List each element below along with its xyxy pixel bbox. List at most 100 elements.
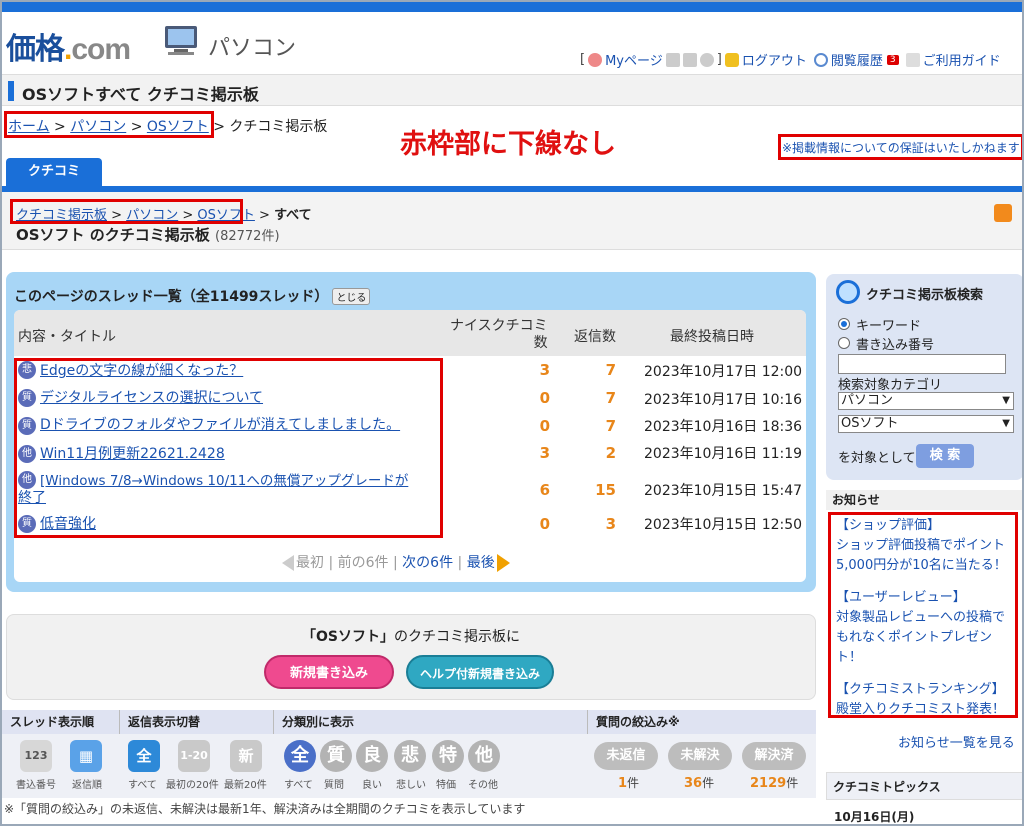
chevron-down-icon: ▼ [1002, 395, 1010, 406]
post-date: 2023年10月15日 15:47 [644, 483, 803, 499]
filter-order-header: スレッド表示順 [2, 710, 120, 734]
post-date: 2023年10月17日 10:16 [644, 392, 803, 408]
category-question-label: 質問 [324, 780, 344, 791]
category-all-button[interactable]: 全 [284, 740, 316, 772]
post-label-suffix: のクチコミ掲示板に [393, 629, 520, 645]
category-sale-button[interactable]: 特 [432, 740, 464, 772]
new-post-button[interactable]: 新規書き込み [264, 655, 394, 689]
topics-header: クチコミトピックス [826, 772, 1022, 800]
chat-icon[interactable] [699, 52, 714, 67]
search-button[interactable]: 検 索 [916, 444, 974, 468]
subcategory-select[interactable]: OSソフト ▼ [838, 415, 1014, 433]
pager-next[interactable]: 次の6件 [402, 555, 453, 571]
reply-count: 15 [595, 481, 616, 499]
pager: 最初 | 前の6件 | 次の6件 | 最後 [282, 552, 510, 572]
breadcrumb-current: すべて [274, 208, 312, 223]
site-logo[interactable]: 価格.com [6, 24, 131, 68]
category-sad-label: 悲しい [396, 780, 426, 791]
category-other-button[interactable]: 他 [468, 740, 500, 772]
filter-reply-header: 返信表示切替 [120, 710, 274, 734]
news-more-link[interactable]: お知らせ一覧を見る [898, 732, 1015, 751]
reply-count: 7 [605, 389, 616, 407]
logout-link[interactable]: ログアウト [742, 50, 807, 69]
col-nice: ナイスクチコミ 数 [450, 318, 548, 352]
key-icon [724, 52, 739, 67]
pager-prev: 前の6件 [337, 555, 389, 571]
filter-resolved-button[interactable]: 解決済 [742, 742, 806, 770]
category-good-label: 良い [362, 780, 382, 791]
category-good-button[interactable]: 良 [356, 740, 388, 772]
category-other-label: その他 [468, 780, 498, 791]
bracket-close: ] [716, 52, 722, 67]
post-date: 2023年10月16日 18:36 [644, 419, 803, 435]
order-by-reply-label: 返信順 [72, 780, 102, 791]
reply-first20-label: 最初の20件 [166, 780, 219, 791]
mypage-link[interactable]: Myページ [605, 50, 663, 69]
top-strip [2, 2, 1022, 12]
history-count-badge: 3 [886, 54, 899, 65]
title-accent [8, 81, 14, 101]
col-date: 最終投稿日時 [670, 329, 754, 345]
annotation-box-thread-titles [14, 358, 443, 538]
category-select[interactable]: パソコン ▼ [838, 392, 1014, 410]
guide-link[interactable]: ご利用ガイド [923, 50, 1001, 69]
board-count: (82772件) [215, 229, 280, 244]
reply-first20-button[interactable]: 1-20 [178, 740, 210, 772]
category-sale-label: 特価 [436, 780, 456, 791]
filter-unresolved-count: 36件 [684, 776, 715, 791]
share-icon[interactable] [682, 52, 697, 67]
rss-icon[interactable] [994, 204, 1012, 222]
search-input[interactable] [838, 354, 1006, 374]
category-question-button[interactable]: 質 [320, 740, 352, 772]
thread-list-title: このページのスレッド一覧（全11499スレッド） とじる [14, 286, 371, 306]
nice-count: 0 [539, 417, 550, 435]
filter-unresolved-button[interactable]: 未解決 [668, 742, 732, 770]
radio-keyword[interactable] [838, 318, 850, 330]
history-link[interactable]: 閲覧履歴 [831, 50, 883, 69]
col-title: 内容・タイトル [18, 329, 116, 345]
filter-unreplied-count: 1件 [618, 776, 640, 791]
filter-unreplied-button[interactable]: 未返信 [594, 742, 658, 770]
pager-last[interactable]: 最後 [467, 555, 495, 571]
help-post-button[interactable]: ヘルプ付新規書き込み [406, 655, 554, 689]
order-by-number-button[interactable]: 123 [20, 740, 52, 772]
guide-icon [905, 52, 920, 67]
post-board-name: 「OSソフト」 [302, 629, 394, 645]
pager-sep: | [457, 555, 463, 571]
bracket-open: [ [580, 52, 586, 67]
board-title: OSソフト のクチコミ掲示板 (82772件) [16, 226, 280, 244]
pc-icon [165, 26, 197, 55]
reply-all-label: すべて [128, 780, 157, 791]
filter-resolved-count: 2129件 [750, 776, 799, 791]
chevron-down-icon: ▼ [1002, 418, 1010, 429]
page-title-bar: OSソフトすべて クチコミ掲示板 [2, 74, 1022, 106]
reply-latest20-button[interactable]: 新 [230, 740, 262, 772]
col-nice-line1: ナイスクチコミ [450, 318, 548, 334]
post-label: 「OSソフト」のクチコミ掲示板に [302, 626, 520, 646]
nice-count: 6 [539, 481, 550, 499]
tab-kuchikomi[interactable]: クチコミ [6, 158, 102, 186]
reply-count: 2 [605, 444, 616, 462]
annotation-box-breadcrumb [4, 111, 214, 138]
annotation-box-disclaimer [778, 134, 1022, 160]
order-by-reply-button[interactable]: ▦ [70, 740, 102, 772]
radio-number[interactable] [838, 337, 850, 349]
pager-sep: | [328, 555, 334, 571]
category-sad-button[interactable]: 悲 [394, 740, 426, 772]
category-label: パソコン [208, 36, 297, 61]
breadcrumb-sep: > [259, 208, 270, 223]
arrow-right-icon[interactable] [496, 554, 510, 572]
reply-all-button[interactable]: 全 [128, 740, 160, 772]
annotation-box-breadcrumb-board [10, 199, 243, 224]
page-title: OSソフトすべて クチコミ掲示板 [22, 85, 259, 104]
mypage-icon [588, 52, 603, 67]
annotation-box-news [828, 512, 1018, 718]
news-header: お知らせ [826, 490, 1022, 510]
search-panel-title: クチコミ掲示板検索 [866, 288, 984, 303]
search-target-label: を対象として [838, 451, 916, 466]
category-select-value: パソコン [841, 393, 894, 408]
breadcrumb-sep: > [213, 119, 225, 135]
order-by-number-label: 書込番号 [16, 780, 56, 791]
warning-icon[interactable] [665, 52, 680, 67]
close-button[interactable]: とじる [332, 288, 371, 305]
